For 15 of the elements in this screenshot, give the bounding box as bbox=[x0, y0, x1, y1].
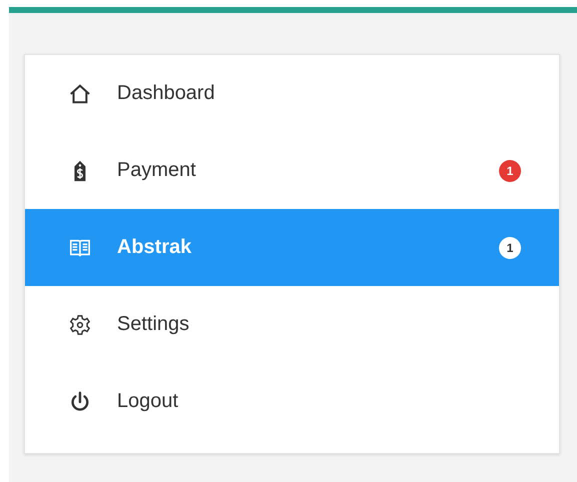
power-icon bbox=[69, 390, 91, 412]
menu-label: Payment bbox=[117, 159, 197, 182]
menu-item[interactable]: Abstrak 1 bbox=[25, 209, 559, 286]
home-icon bbox=[69, 82, 91, 104]
menu-label: Logout bbox=[117, 390, 180, 413]
menu-label: Dashboard bbox=[117, 82, 216, 105]
menu-item[interactable]: Dashboard bbox=[25, 55, 559, 132]
menu-item[interactable]: Logout bbox=[25, 363, 559, 440]
count-badge: 1 bbox=[499, 160, 521, 182]
settings-icon bbox=[69, 314, 91, 336]
menu-label: Abstrak bbox=[117, 236, 192, 259]
menu-label: Settings bbox=[117, 313, 190, 336]
menu-item[interactable]: Settings bbox=[25, 286, 559, 363]
count-badge: 1 bbox=[499, 236, 521, 258]
menu-item[interactable]: Payment 1 bbox=[25, 132, 559, 209]
